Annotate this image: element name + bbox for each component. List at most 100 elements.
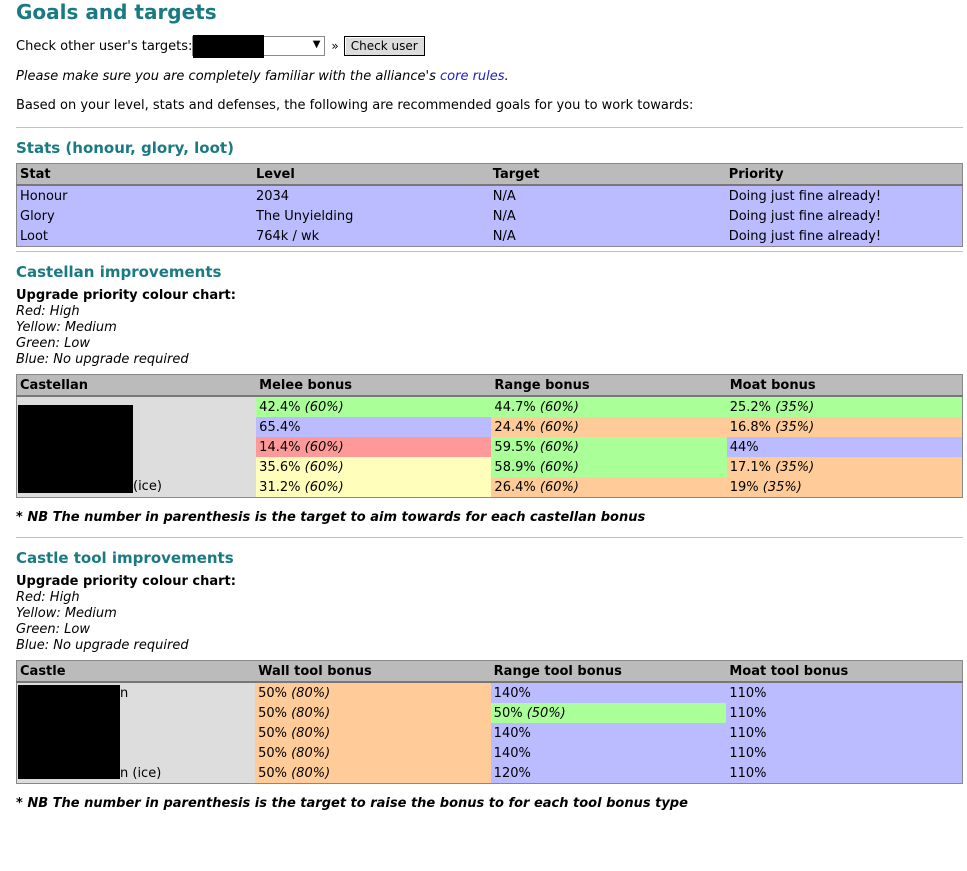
check-user-label: Check other user's targets:: [16, 38, 193, 54]
level-cell: The Unyielding: [255, 208, 354, 224]
castellan-table: Castellan Melee bonus Range bonus Moat b…: [16, 374, 963, 498]
raquo-separator: »: [331, 39, 339, 53]
castellan-heading: Castellan improvements: [16, 263, 222, 281]
target-value: (35%): [762, 479, 802, 495]
range-tool-cell: 50% (50%): [490, 703, 727, 723]
value: 59.5%: [494, 439, 536, 455]
tools-heading: Castle tool improvements: [16, 549, 234, 567]
target-cell: N/A: [492, 188, 516, 204]
target-value: (60%): [304, 439, 344, 455]
check-user-row: Check other user's targets: ▼ » Check us…: [16, 35, 967, 58]
target-value: (80%): [291, 685, 331, 701]
tools-note: * NB The number in parenthesis is the ta…: [16, 796, 688, 811]
range-cell: 44.7% (60%): [491, 396, 727, 417]
value: 110%: [729, 765, 767, 781]
wall-cell: 50% (80%): [255, 723, 491, 743]
table-row: Glory The Unyielding N/A Doing just fine…: [16, 206, 963, 226]
moat-tool-cell: 110%: [726, 743, 963, 763]
range-cell: 58.9% (60%): [491, 457, 727, 477]
based-on-text: Based on your level, stats and defenses,…: [16, 98, 694, 113]
value: 65.4%: [259, 419, 301, 435]
range-cell: 26.4% (60%): [491, 477, 727, 498]
priority-cell: Doing just fine already!: [728, 208, 882, 224]
melee-cell: 35.6% (60%): [256, 457, 492, 477]
tools-table: Castle Wall tool bonus Range tool bonus …: [16, 660, 963, 784]
value: 140%: [493, 685, 531, 701]
target-value: (80%): [291, 745, 331, 761]
user-select[interactable]: ▼: [192, 35, 326, 58]
tools-col-moat: Moat tool bonus: [726, 660, 963, 683]
castellan-col-range: Range bonus: [491, 374, 727, 397]
wall-cell: 50% (80%): [255, 682, 491, 703]
value: 31.2%: [259, 479, 301, 495]
notice-prefix: Please make sure you are completely fami…: [16, 69, 441, 84]
value: 58.9%: [494, 459, 536, 475]
legend-red: Red: High: [16, 590, 80, 605]
castellan-col-melee: Melee bonus: [256, 374, 492, 397]
table-row: (ice) 42.4% (60%) 44.7% (60%) 25.2% (35%…: [16, 396, 963, 498]
stats-col-stat: Stat: [16, 163, 253, 186]
value: 110%: [729, 705, 767, 721]
page-title: Goals and targets: [16, 0, 217, 24]
legend-green: Green: Low: [16, 336, 90, 351]
moat-cell: 25.2% (35%): [726, 396, 963, 417]
wall-cell: 50% (80%): [255, 763, 491, 784]
table-row: Honour 2034 N/A Doing just fine already!: [16, 185, 963, 206]
legend-green: Green: Low: [16, 622, 90, 637]
target-value: (80%): [291, 725, 331, 741]
stats-col-priority: Priority: [725, 163, 963, 186]
target-value: (35%): [775, 459, 815, 475]
legend-blue: Blue: No upgrade required: [16, 352, 189, 367]
wall-cell: 50% (80%): [255, 703, 491, 723]
range-cell: 24.4% (60%): [491, 417, 727, 437]
range-tool-cell: 120%: [490, 763, 727, 784]
target-cell: N/A: [492, 228, 516, 244]
range-tool-cell: 140%: [490, 743, 727, 763]
page: Goals and targets Check other user's tar…: [0, 0, 967, 812]
melee-cell: 31.2% (60%): [256, 477, 492, 498]
value: 50%: [493, 705, 523, 721]
castellan-col-name: Castellan: [16, 374, 257, 397]
castellan-col-moat: Moat bonus: [726, 374, 963, 397]
legend-title: Upgrade priority colour chart:: [16, 288, 236, 303]
stats-heading: Stats (honour, glory, loot): [16, 139, 234, 157]
value: 44%: [729, 439, 759, 455]
level-cell: 764k / wk: [255, 228, 320, 244]
value: 16.8%: [729, 419, 772, 435]
moat-cell: 17.1% (35%): [726, 457, 963, 477]
melee-cell: 42.4% (60%): [256, 396, 492, 417]
legend-yellow: Yellow: Medium: [16, 320, 117, 335]
value: 50%: [258, 765, 287, 781]
value: 140%: [493, 725, 531, 741]
divider: [16, 537, 963, 538]
divider: [16, 251, 963, 252]
value: 50%: [258, 745, 287, 761]
value: 110%: [729, 725, 767, 741]
target-value: (60%): [539, 479, 579, 495]
target-value: (60%): [539, 459, 579, 475]
value: 35.6%: [259, 459, 301, 475]
priority-cell: Doing just fine already!: [728, 188, 882, 204]
range-tool-cell: 140%: [490, 682, 727, 703]
target-value: (80%): [291, 705, 331, 721]
value: 17.1%: [729, 459, 772, 475]
target-value: (80%): [291, 765, 331, 781]
moat-tool-cell: 110%: [726, 763, 963, 784]
stat-cell: Honour: [20, 188, 68, 204]
check-user-button[interactable]: Check user: [343, 36, 425, 56]
stat-cell: Loot: [20, 228, 49, 244]
wall-cell: 50% (80%): [255, 743, 491, 763]
table-row: Loot 764k / wk N/A Doing just fine alrea…: [16, 226, 963, 247]
stats-header-row: Stat Level Target Priority: [16, 163, 963, 186]
tools-header-row: Castle Wall tool bonus Range tool bonus …: [16, 660, 963, 683]
value: 24.4%: [494, 419, 536, 435]
table-row: 50% (80%) 140% 110%: [16, 723, 963, 743]
redacted-names: [18, 685, 120, 779]
core-rules-link[interactable]: core rules: [440, 69, 505, 84]
target-cell: N/A: [492, 208, 516, 224]
stats-col-level: Level: [252, 163, 490, 186]
target-value: (60%): [539, 419, 579, 435]
value: 50%: [258, 725, 287, 741]
redacted-names: [18, 405, 133, 493]
moat-tool-cell: 110%: [726, 703, 963, 723]
